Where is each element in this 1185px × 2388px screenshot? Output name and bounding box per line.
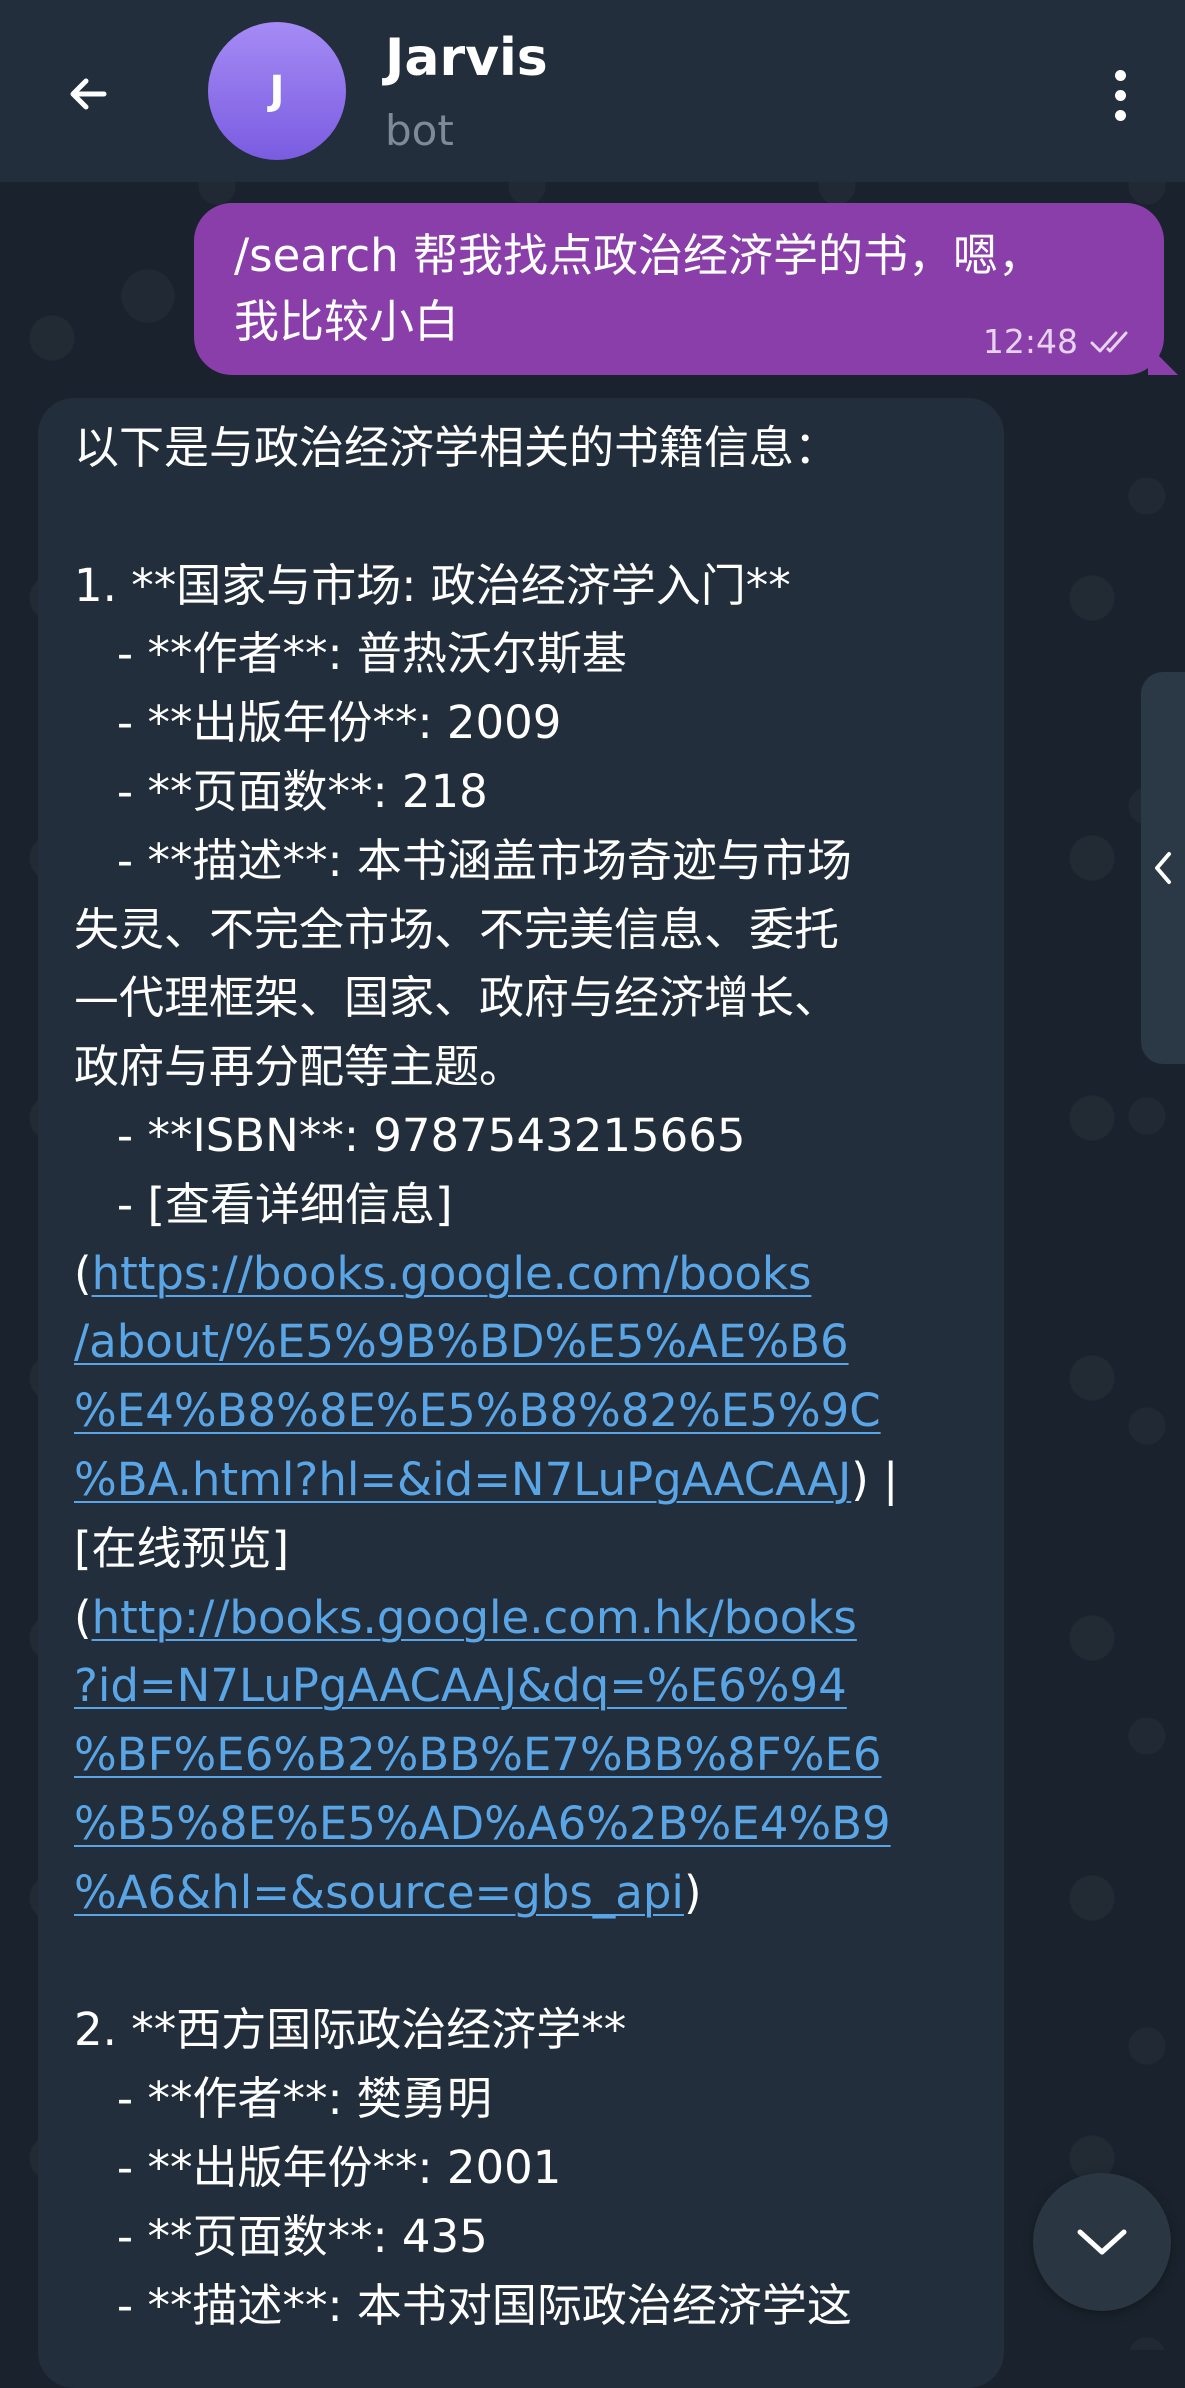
chevron-left-icon: [1155, 852, 1171, 884]
avatar[interactable]: J: [208, 22, 346, 160]
message-line: [在线预览]: [74, 1515, 984, 1584]
message-link-line: %B5%8E%E5%AD%A6%2B%E4%B9: [74, 1790, 984, 1859]
message-line: - **出版年份**: 2001: [74, 2134, 984, 2203]
message-link-line: %BA.html?hl=&id=N7LuPgAACAAJ) |: [74, 1446, 984, 1515]
side-panel-handle[interactable]: [1141, 672, 1185, 1064]
book-link[interactable]: %BA.html?hl=&id=N7LuPgAACAAJ: [74, 1453, 851, 1506]
book-link[interactable]: %E4%B8%8E%E5%B8%82%E5%9C: [74, 1384, 881, 1437]
message-link-line: (https://books.google.com/books: [74, 1240, 984, 1309]
line-text: - **作者**: 樊勇明: [74, 2072, 492, 2126]
line-text: - **描述**: 本书涵盖市场奇迹与市场: [74, 833, 852, 887]
line-text: - **出版年份**: 2009: [74, 696, 562, 750]
line-text: 政府与再分配等主题。: [74, 1040, 525, 1094]
line-text: - **描述**: 本书对国际政治经济学这: [74, 2278, 852, 2332]
message-link-line: (http://books.google.com.hk/books: [74, 1584, 984, 1653]
message-line: - **作者**: 普热沃尔斯基: [74, 620, 984, 689]
chat-subtitle: bot: [385, 106, 454, 155]
line-text: 失灵、不完全市场、不完美信息、委托: [74, 902, 840, 956]
book-link[interactable]: %B5%8E%E5%AD%A6%2B%E4%B9: [74, 1797, 891, 1850]
message-line: - **描述**: 本书涵盖市场奇迹与市场: [74, 827, 984, 896]
line-text: 以下是与政治经济学相关的书籍信息：: [74, 421, 840, 474]
message-line: - **出版年份**: 2009: [74, 689, 984, 758]
message-line: - **页面数**: 218: [74, 758, 984, 827]
message-line: 1. **国家与市场: 政治经济学入门**: [74, 552, 984, 621]
message-line: [74, 483, 984, 552]
line-text: —代理框架、国家、政府与经济增长、: [74, 971, 840, 1025]
message-link-line: %E4%B8%8E%E5%B8%82%E5%9C: [74, 1377, 984, 1446]
line-suffix: ) |: [851, 1452, 899, 1506]
book-link[interactable]: /about/%E5%9B%BD%E5%AE%B6: [74, 1315, 849, 1368]
chat-header: J Jarvis bot: [0, 0, 1185, 182]
back-button[interactable]: [40, 46, 136, 142]
book-link[interactable]: https://books.google.com/books: [92, 1247, 812, 1300]
message-line: - [查看详细信息]: [74, 1171, 984, 1240]
message-line: - **ISBN**: 9787543215665: [74, 1102, 984, 1171]
message-line: 2. **西方国际政治经济学**: [74, 1996, 984, 2065]
message-link-line: %A6&hl=&source=gbs_api): [74, 1859, 984, 1928]
message-link-line: %BF%E6%B2%BB%E7%BB%8F%E6: [74, 1721, 984, 1790]
more-vertical-icon: [1114, 69, 1126, 81]
message-link-line: /about/%E5%9B%BD%E5%AE%B6: [74, 1308, 984, 1377]
chat-title[interactable]: Jarvis: [385, 28, 548, 88]
line-suffix: ): [683, 1865, 702, 1919]
scroll-down-button[interactable]: [1033, 2173, 1171, 2311]
line-text: - **页面数**: 218: [74, 764, 488, 818]
line-text: [在线预览]: [74, 1521, 290, 1575]
chevron-down-icon: [1077, 2229, 1127, 2255]
message-line: [74, 1928, 984, 1997]
double-check-icon: [1090, 331, 1128, 352]
book-link[interactable]: %BF%E6%B2%BB%E7%BB%8F%E6: [74, 1728, 882, 1781]
message-line: 失灵、不完全市场、不完美信息、委托: [74, 896, 984, 965]
line-text: - **作者**: 普热沃尔斯基: [74, 627, 627, 681]
avatar-letter: J: [269, 68, 285, 114]
line-text: - [查看详细信息]: [74, 1177, 453, 1231]
book-link[interactable]: http://books.google.com.hk/books: [92, 1591, 857, 1644]
line-text: - **ISBN**: 9787543215665: [74, 1108, 746, 1162]
incoming-message-text: 以下是与政治经济学相关的书籍信息： 1. **国家与市场: 政治经济学入门** -…: [74, 414, 984, 2340]
line-prefix: (: [74, 1246, 92, 1300]
message-line: —代理框架、国家、政府与经济增长、: [74, 964, 984, 1033]
message-link-line: ?id=N7LuPgAACAAJ&dq=%E6%94: [74, 1652, 984, 1721]
incoming-message[interactable]: 以下是与政治经济学相关的书籍信息： 1. **国家与市场: 政治经济学入门** -…: [38, 398, 1004, 2388]
book-link[interactable]: %A6&hl=&source=gbs_api: [74, 1866, 684, 1919]
message-meta: 12:48: [983, 322, 1134, 361]
line-text: 1. **国家与市场: 政治经济学入门**: [74, 558, 791, 612]
message-line: 政府与再分配等主题。: [74, 1033, 984, 1102]
message-line: - **作者**: 樊勇明: [74, 2065, 984, 2134]
line-prefix: (: [74, 1590, 92, 1644]
more-options-button[interactable]: [1090, 50, 1150, 140]
line-text: 2. **西方国际政治经济学**: [74, 2003, 627, 2057]
message-time: 12:48: [982, 322, 1078, 361]
message-line: - **页面数**: 435: [74, 2203, 984, 2272]
message-line: 以下是与政治经济学相关的书籍信息：: [74, 414, 984, 483]
line-text: - **页面数**: 435: [74, 2209, 488, 2263]
line-text: - **出版年份**: 2001: [74, 2140, 562, 2194]
book-link[interactable]: ?id=N7LuPgAACAAJ&dq=%E6%94: [74, 1659, 847, 1712]
outgoing-message[interactable]: /search 帮我找点政治经济学的书，嗯， 我比较小白 12:48: [194, 203, 1178, 375]
arrow-left-icon: [70, 78, 107, 110]
message-line: - **描述**: 本书对国际政治经济学这: [74, 2272, 984, 2341]
